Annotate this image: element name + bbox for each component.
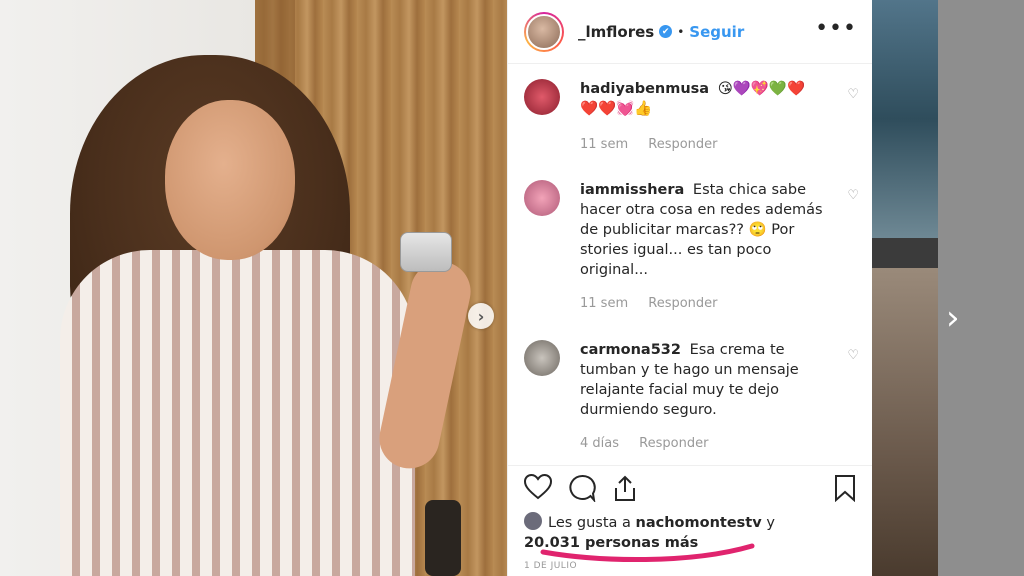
avatar[interactable] bbox=[524, 79, 560, 115]
likes-prefix: Les gusta a bbox=[548, 515, 631, 531]
username-link[interactable]: _lmflores bbox=[578, 23, 654, 41]
comment-body: iammisshera Esta chica sabe hacer otra c… bbox=[580, 180, 826, 280]
chevron-right-icon[interactable]: › bbox=[946, 298, 960, 338]
post-actions: Les gusta a nachomontestv y 20.031 perso… bbox=[508, 465, 873, 576]
comment-like-icon[interactable]: ♡ bbox=[847, 188, 859, 203]
comment-like-icon[interactable]: ♡ bbox=[847, 348, 859, 363]
more-options-icon[interactable]: ••• bbox=[815, 16, 857, 41]
next-post-preview[interactable] bbox=[872, 0, 938, 576]
avatar[interactable] bbox=[524, 340, 560, 376]
comment-username[interactable]: carmona532 bbox=[580, 342, 681, 358]
share-icon[interactable] bbox=[612, 474, 638, 502]
comment-like-icon[interactable]: ♡ bbox=[847, 87, 859, 102]
comment-meta: 4 días Responder bbox=[580, 436, 724, 451]
liker-username[interactable]: nachomontestv bbox=[636, 515, 762, 531]
comment-meta: 11 sem Responder bbox=[580, 137, 734, 152]
follow-button[interactable]: Seguir bbox=[689, 23, 744, 41]
likes-count[interactable]: 20.031 personas más bbox=[524, 535, 698, 551]
carousel-next-button[interactable]: › bbox=[468, 303, 494, 329]
chevron-right-icon: › bbox=[477, 306, 485, 326]
separator-dot: • bbox=[677, 24, 685, 39]
preview-image-bottom bbox=[872, 268, 938, 576]
post-photo[interactable]: › bbox=[0, 0, 507, 576]
post-header: _lmflores ✔ • Seguir ••• bbox=[508, 0, 873, 64]
like-heart-icon[interactable] bbox=[524, 474, 552, 500]
cream-jar bbox=[400, 232, 452, 272]
comment-username[interactable]: hadiyabenmusa bbox=[580, 81, 709, 97]
reply-button[interactable]: Responder bbox=[648, 137, 717, 152]
avatar[interactable] bbox=[524, 180, 560, 216]
comment-body: carmona532 Esa crema te tumban y te hago… bbox=[580, 340, 826, 420]
preview-image-top bbox=[872, 0, 938, 238]
likes-summary: Les gusta a nachomontestv y 20.031 perso… bbox=[524, 512, 784, 553]
comment-body: hadiyabenmusa 😘💜💖💚❤️ ❤️❤️💓👍 bbox=[580, 79, 826, 119]
comment-age: 4 días bbox=[580, 436, 620, 451]
door-handle bbox=[425, 500, 461, 576]
modal-backdrop[interactable] bbox=[938, 0, 1024, 576]
striped-shirt bbox=[60, 250, 415, 576]
liker-avatar[interactable] bbox=[524, 512, 542, 530]
reply-button[interactable]: Responder bbox=[639, 436, 708, 451]
face-shape bbox=[165, 100, 295, 260]
comment-age: 11 sem bbox=[580, 137, 629, 152]
comment-age: 11 sem bbox=[580, 296, 629, 311]
comment-meta: 11 sem Responder bbox=[580, 296, 734, 311]
verified-badge-icon: ✔ bbox=[659, 25, 673, 38]
likes-connector: y bbox=[766, 515, 775, 531]
bookmark-icon[interactable] bbox=[834, 474, 856, 502]
post-date: 1 DE JULIO bbox=[524, 561, 578, 571]
comment-list[interactable]: hadiyabenmusa 😘💜💖💚❤️ ❤️❤️💓👍 ♡ 11 sem Res… bbox=[508, 65, 873, 465]
comment-icon[interactable] bbox=[568, 474, 596, 502]
comment-username[interactable]: iammisshera bbox=[580, 182, 684, 198]
post-side-panel: _lmflores ✔ • Seguir ••• hadiyabenmusa 😘… bbox=[507, 0, 873, 576]
reply-button[interactable]: Responder bbox=[648, 296, 717, 311]
profile-avatar[interactable] bbox=[524, 11, 564, 52]
